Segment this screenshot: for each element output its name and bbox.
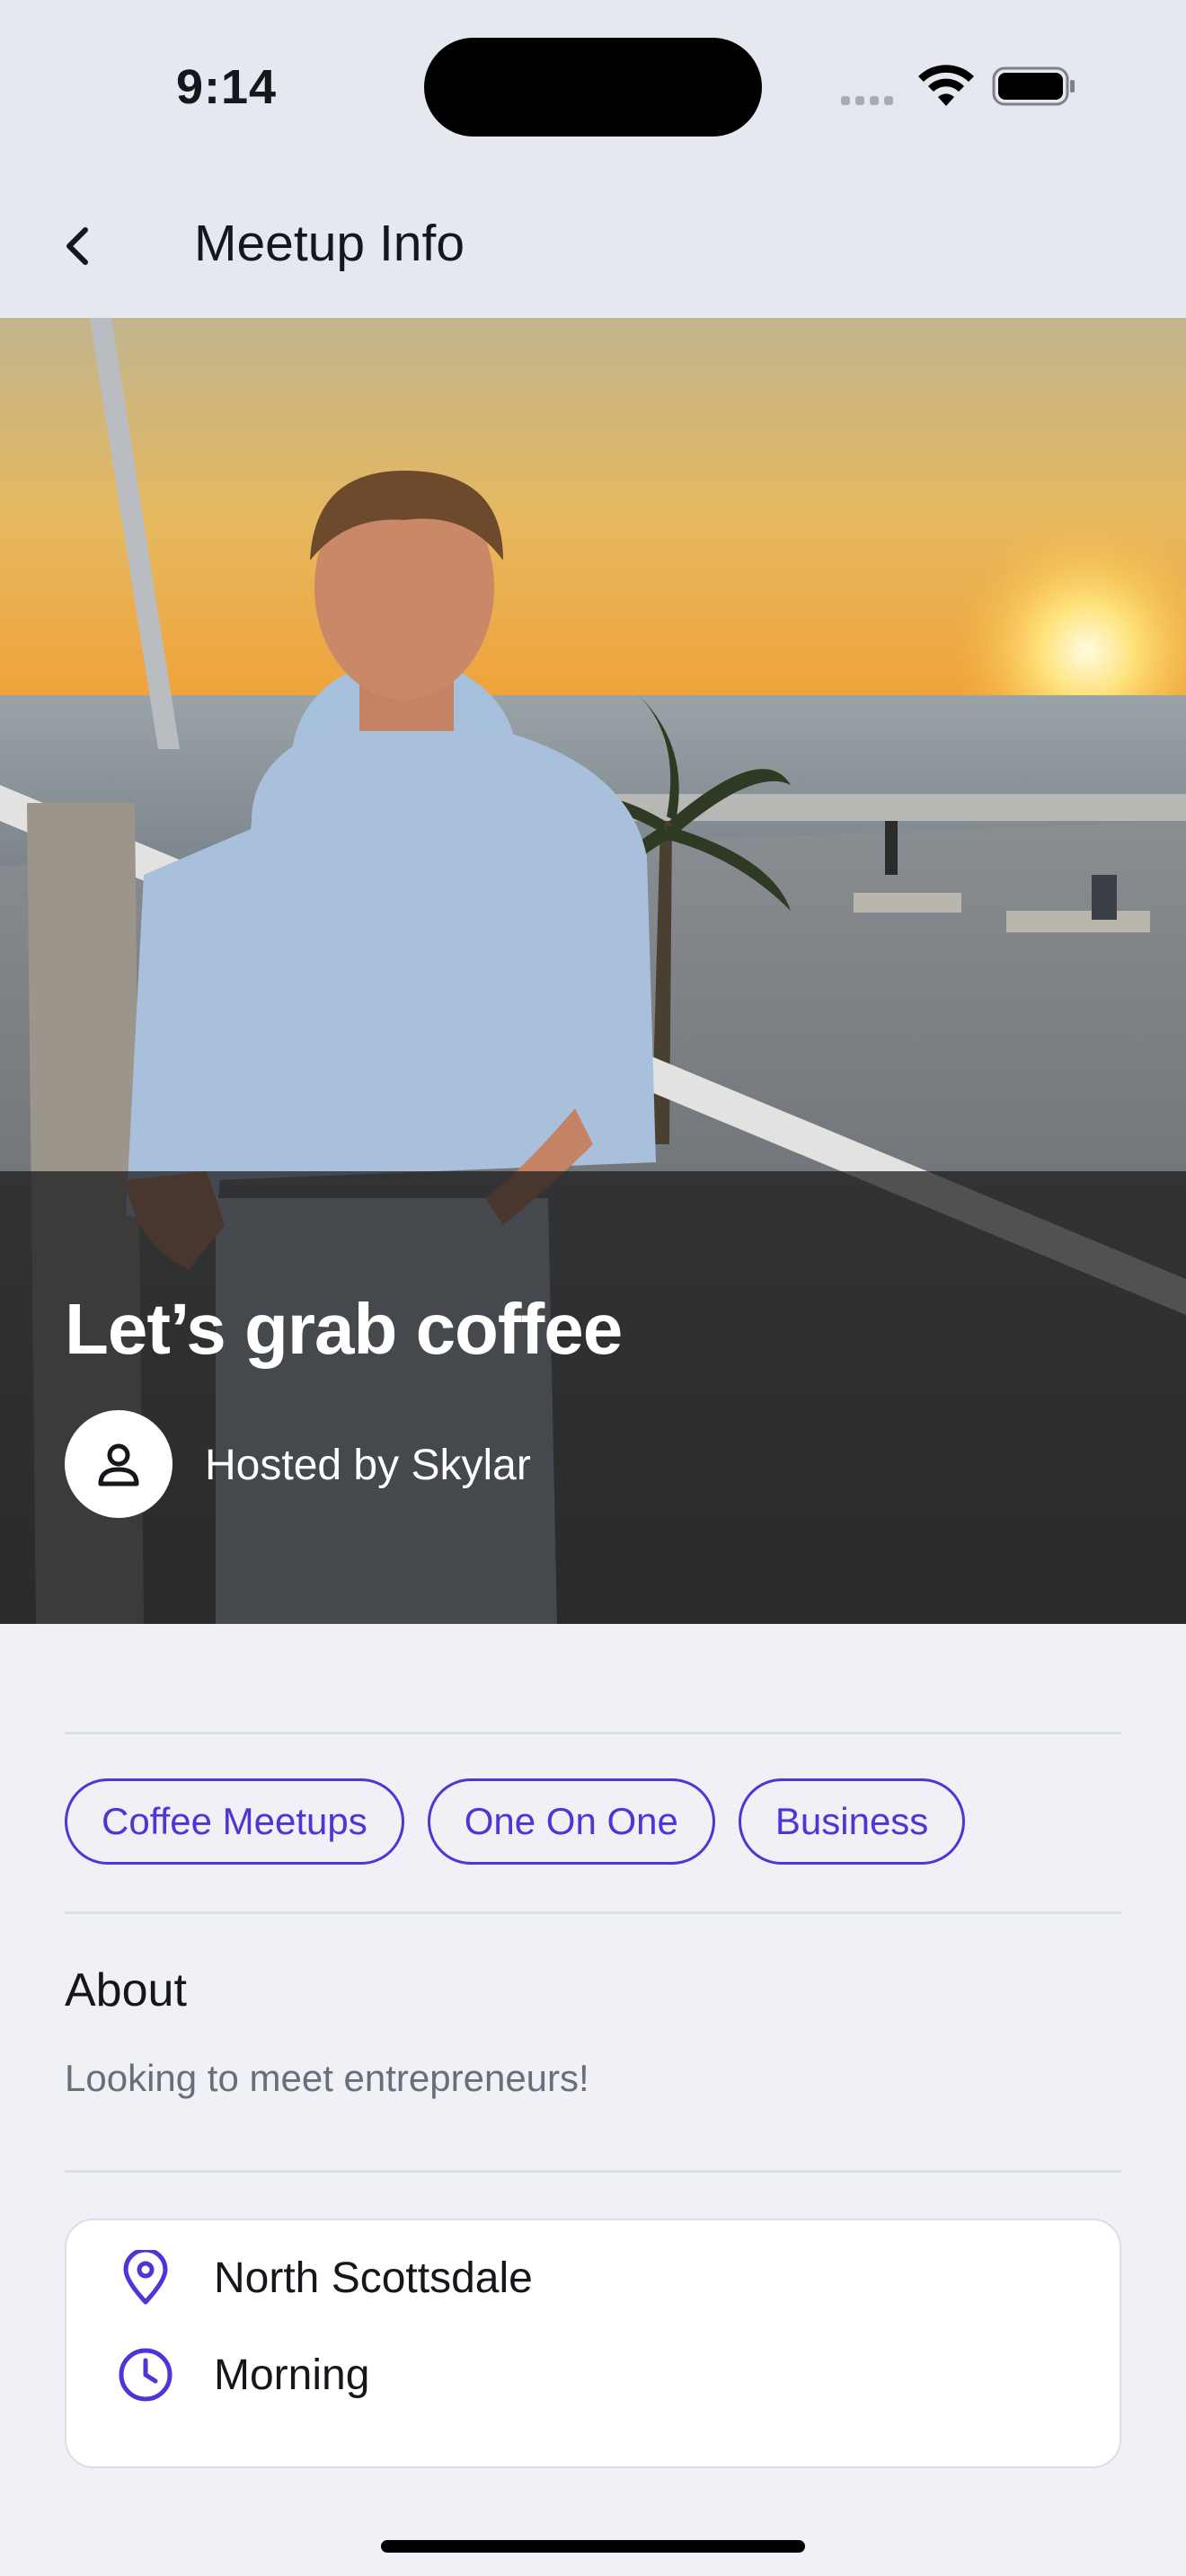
back-button[interactable] — [52, 217, 102, 275]
status-time: 9:14 — [176, 60, 278, 114]
tag-list: Coffee Meetups One On One Business — [65, 1778, 966, 1868]
tag-business[interactable]: Business — [738, 1778, 966, 1865]
host-label[interactable]: Hosted by Skylar — [205, 1441, 531, 1490]
tag-one-on-one[interactable]: One On One — [427, 1778, 715, 1865]
tag-coffee-meetups[interactable]: Coffee Meetups — [65, 1778, 404, 1865]
hero-overlay — [0, 1171, 1186, 1624]
battery-icon — [992, 66, 1076, 110]
cellular-signal-icon — [841, 93, 900, 105]
divider — [65, 1732, 1121, 1734]
location-text: North Scottsdale — [214, 2254, 533, 2302]
clock-icon — [117, 2346, 174, 2404]
person-icon — [98, 1443, 139, 1486]
divider — [65, 2170, 1121, 2173]
home-indicator[interactable] — [381, 2540, 805, 2553]
meetup-hero: Let’s grab coffee Hosted by Skylar — [0, 318, 1186, 1624]
meetup-details-card: North Scottsdale Morning — [65, 2219, 1121, 2468]
divider — [65, 1911, 1121, 1914]
status-bar: 9:14 — [0, 0, 1186, 171]
about-heading: About — [65, 1964, 187, 2016]
location-pin-icon — [117, 2249, 174, 2307]
about-text: Looking to meet entrepreneurs! — [65, 2057, 589, 2099]
meetup-title: Let’s grab coffee — [65, 1289, 623, 1369]
location-row: North Scottsdale — [117, 2249, 533, 2307]
host-avatar[interactable] — [65, 1410, 173, 1518]
page-title: Meetup Info — [194, 215, 465, 272]
time-of-day-text: Morning — [214, 2351, 370, 2399]
dynamic-island — [424, 38, 762, 137]
navigation-bar: Meetup Info — [0, 171, 1186, 318]
time-row: Morning — [117, 2346, 369, 2404]
chevron-left-icon — [66, 227, 88, 265]
wifi-icon — [918, 65, 974, 110]
